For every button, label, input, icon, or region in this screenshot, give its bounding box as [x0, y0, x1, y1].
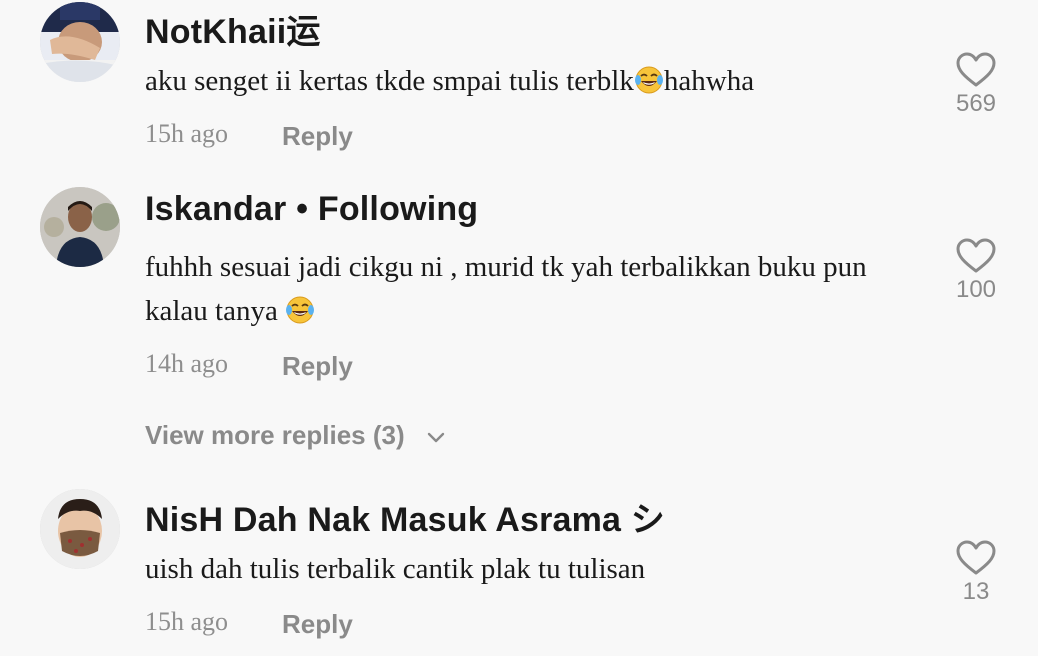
like-count: 13	[962, 578, 990, 605]
username[interactable]: NisH Dah Nak Masuk Asrama シ	[145, 492, 665, 541]
chevron-down-icon	[427, 432, 445, 443]
reply-button[interactable]: Reply	[282, 609, 353, 640]
timestamp: 15h ago	[145, 607, 229, 636]
username[interactable]: NotKhaii运	[145, 4, 321, 53]
view-more-replies-button[interactable]: View more replies (3)	[145, 420, 446, 451]
comment-text: aku senget ii kertas tkde smpai tulis te…	[145, 59, 905, 103]
comment-text-part: hahwha	[663, 65, 755, 97]
like-button[interactable]: 13	[946, 540, 1006, 606]
like-count: 569	[955, 90, 997, 117]
comment-text: fuhhh sesuai jadi cikgu ni , murid tk ya…	[145, 245, 905, 333]
like-button[interactable]: 100	[946, 238, 1006, 304]
username[interactable]: Iskandar • Following	[145, 190, 478, 229]
heart-outline-icon[interactable]	[956, 238, 996, 274]
face-with-tears-of-joy-icon	[285, 295, 315, 325]
reply-button[interactable]: Reply	[282, 121, 353, 152]
heart-outline-icon[interactable]	[956, 540, 996, 576]
avatar-image	[40, 187, 120, 267]
avatar[interactable]	[40, 489, 120, 569]
heart-outline-icon[interactable]	[956, 52, 996, 88]
like-button[interactable]: 569	[946, 52, 1006, 118]
comment-text-part: fuhhh sesuai jadi cikgu ni , murid tk ya…	[145, 251, 867, 327]
comment-text-part: aku senget ii kertas tkde smpai tulis te…	[145, 65, 634, 97]
avatar-image	[40, 489, 120, 569]
view-more-replies-label: View more replies (3)	[145, 420, 405, 450]
timestamp: 15h ago	[145, 119, 229, 148]
comments-panel: NotKhaii运 aku senget ii kertas tkde smpa…	[0, 0, 1038, 656]
avatar[interactable]	[40, 2, 120, 82]
avatar[interactable]	[40, 187, 120, 267]
reply-button[interactable]: Reply	[282, 351, 353, 382]
comment-text: uish dah tulis terbalik cantik plak tu t…	[145, 553, 646, 585]
like-count: 100	[955, 276, 997, 303]
face-with-tears-of-joy-icon	[634, 65, 664, 95]
avatar-image	[40, 2, 120, 82]
timestamp: 14h ago	[145, 349, 229, 378]
